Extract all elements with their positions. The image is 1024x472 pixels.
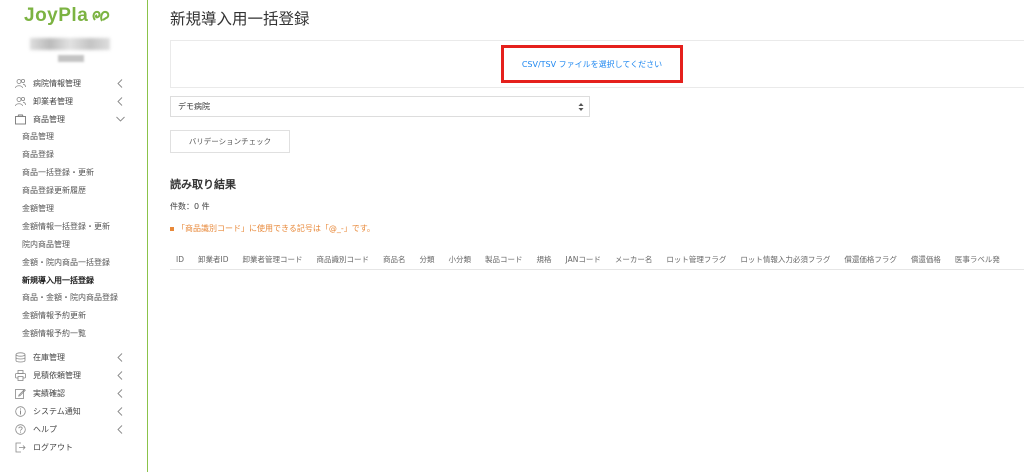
table-header-cell: 商品名 xyxy=(383,255,406,264)
table-header-cell: 償還価格 xyxy=(910,255,941,264)
table-header-cell: 医事ラベル発 xyxy=(954,255,1000,264)
sidebar-subitem-label: 院内商品管理 xyxy=(22,239,70,249)
sidebar-subitem-price-inhouse-bulk[interactable]: 金額・院内商品一括登録 xyxy=(0,253,147,271)
sidebar-nav: 病院情報管理 卸業者管理 商品管理 商品管理 商品登録 商品一括登録・更新 商品… xyxy=(0,74,147,457)
sidebar-item-label: 在庫管理 xyxy=(33,353,65,363)
table-header-cell: ロット情報入力必須フラグ xyxy=(740,255,831,264)
sidebar-item-help[interactable]: ヘルプ xyxy=(0,421,147,439)
select-arrows-icon xyxy=(578,102,584,112)
sidebar-item-label: ログアウト xyxy=(33,443,73,453)
sidebar-item-performance[interactable]: 実績確認 xyxy=(0,385,147,403)
sidebar-subitem-price-management[interactable]: 金額管理 xyxy=(0,200,147,218)
sidebar-subitem-label: 金額情報予約一覧 xyxy=(22,329,86,339)
main-content: 新規導入用一括登録 CSV/TSV ファイルを選択してください デモ病院 バリデ… xyxy=(148,0,1024,472)
chevron-left-icon xyxy=(115,371,125,381)
table-header-cell: ID xyxy=(176,255,184,264)
user-role-blurred xyxy=(58,55,84,62)
file-select-link[interactable]: CSV/TSV ファイルを選択してください xyxy=(501,45,683,83)
table-header-cell: 卸業者ID xyxy=(198,255,229,264)
sidebar-item-system-notice[interactable]: システム通知 xyxy=(0,403,147,421)
sidebar-subitem-product-bulk[interactable]: 商品一括登録・更新 xyxy=(0,164,147,182)
sidebar-item-inventory[interactable]: 在庫管理 xyxy=(0,349,147,367)
sidebar-subitem-label: 商品管理 xyxy=(22,132,54,142)
database-icon xyxy=(15,352,26,363)
sidebar-item-wholesaler[interactable]: 卸業者管理 xyxy=(0,92,147,110)
sidebar-subitem-label: 商品登録 xyxy=(22,150,54,160)
sidebar: JoyPla 病院情報管理 卸業者管理 商品管理 商品管理 商品登録 商品一括登… xyxy=(0,0,148,472)
result-title: 読み取り結果 xyxy=(170,178,236,191)
sidebar-subitem-label: 金額情報予約更新 xyxy=(22,311,86,321)
sidebar-subitem-product-register[interactable]: 商品登録 xyxy=(0,146,147,164)
sidebar-subitem-price-reservation-update[interactable]: 金額情報予約更新 xyxy=(0,307,147,325)
chevron-left-icon xyxy=(115,407,125,417)
chevron-left-icon xyxy=(115,78,125,88)
result-count: 件数：0 件 xyxy=(170,202,210,211)
user-group-icon xyxy=(15,96,26,107)
chevron-left-icon xyxy=(115,389,125,399)
sidebar-subitem-label: 新規導入用一括登録 xyxy=(22,275,94,285)
table-header-cell: メーカー名 xyxy=(614,255,653,264)
hospital-select-value: デモ病院 xyxy=(178,102,210,111)
table-header-cell: 商品識別コード xyxy=(316,255,370,264)
sidebar-item-label: 商品管理 xyxy=(33,114,65,124)
sidebar-item-label: 卸業者管理 xyxy=(33,96,73,106)
sidebar-item-logout[interactable]: ログアウト xyxy=(0,439,147,457)
sidebar-subitem-product-management[interactable]: 商品管理 xyxy=(0,128,147,146)
sidebar-subitem-label: 金額・院内商品一括登録 xyxy=(22,257,110,267)
sidebar-subitem-product-price-inhouse[interactable]: 商品・金額・院内商品登録 xyxy=(0,289,147,307)
sidebar-subitem-inhouse-product[interactable]: 院内商品管理 xyxy=(0,235,147,253)
sidebar-subitem-label: 金額情報一括登録・更新 xyxy=(22,221,110,231)
printer-icon xyxy=(15,370,26,382)
sidebar-subitem-product-history[interactable]: 商品登録更新履歴 xyxy=(0,182,147,200)
pencil-icon xyxy=(15,388,26,400)
sidebar-subitem-label: 商品・金額・院内商品登録 xyxy=(22,293,118,303)
sign-out-icon xyxy=(15,442,26,453)
file-drop-area[interactable]: CSV/TSV ファイルを選択してください xyxy=(170,40,1024,88)
sidebar-subitem-label: 商品一括登録・更新 xyxy=(22,168,94,178)
sidebar-item-label: システム通知 xyxy=(33,407,81,417)
question-icon xyxy=(15,424,26,435)
sidebar-item-label: ヘルプ xyxy=(33,425,57,435)
user-group-icon xyxy=(15,78,26,89)
validation-check-button[interactable]: バリデーションチェック xyxy=(170,130,290,153)
user-name-blurred xyxy=(30,38,110,50)
table-header-cell: JANコード xyxy=(565,255,601,264)
table-header-cell: 規格 xyxy=(536,255,552,264)
chevron-left-icon xyxy=(115,425,125,435)
sidebar-subitem-new-bulk-register[interactable]: 新規導入用一括登録 xyxy=(0,271,147,289)
table-header-cell: 卸業者管理コード xyxy=(242,255,303,264)
table-header-cell: 分類 xyxy=(419,255,435,264)
sidebar-item-label: 病院情報管理 xyxy=(33,78,81,88)
table-header-cell: ロット管理フラグ xyxy=(666,255,727,264)
sidebar-item-products[interactable]: 商品管理 xyxy=(0,110,147,128)
sidebar-item-quotation[interactable]: 見積依頼管理 xyxy=(0,367,147,385)
result-table-header: ID 卸業者ID 卸業者管理コード 商品識別コード 商品名 分類 小分類 製品コ… xyxy=(170,250,1024,270)
sidebar-subitem-price-bulk[interactable]: 金額情報一括登録・更新 xyxy=(0,217,147,235)
table-header-cell: 製品コード xyxy=(485,255,523,264)
logo-mark-icon xyxy=(92,10,110,22)
logo[interactable]: JoyPla xyxy=(24,4,111,28)
sidebar-subitem-label: 金額管理 xyxy=(22,204,54,213)
folder-icon xyxy=(15,114,26,125)
sidebar-item-label: 見積依頼管理 xyxy=(33,371,81,381)
info-icon xyxy=(15,406,26,417)
logo-text: JoyPla xyxy=(24,5,89,26)
sidebar-item-hospital[interactable]: 病院情報管理 xyxy=(0,74,147,92)
warning-message: 「商品識別コード」に使用できる記号は「@_-」です。 xyxy=(170,223,375,234)
table-header-cell: 償還価格フラグ xyxy=(844,255,897,264)
chevron-left-icon xyxy=(115,353,125,363)
page-title: 新規導入用一括登録 xyxy=(170,10,310,28)
warning-text: 「商品識別コード」に使用できる記号は「@_-」です。 xyxy=(177,224,375,233)
warning-bullet-icon xyxy=(170,226,174,231)
sidebar-subitem-label: 商品登録更新履歴 xyxy=(22,186,86,196)
sidebar-subitem-price-reservation-list[interactable]: 金額情報予約一覧 xyxy=(0,325,147,343)
table-header-cell: 小分類 xyxy=(448,255,472,264)
sidebar-item-label: 実績確認 xyxy=(33,389,65,399)
chevron-down-icon xyxy=(115,114,125,124)
chevron-left-icon xyxy=(115,96,125,106)
hospital-select[interactable]: デモ病院 xyxy=(170,96,590,117)
